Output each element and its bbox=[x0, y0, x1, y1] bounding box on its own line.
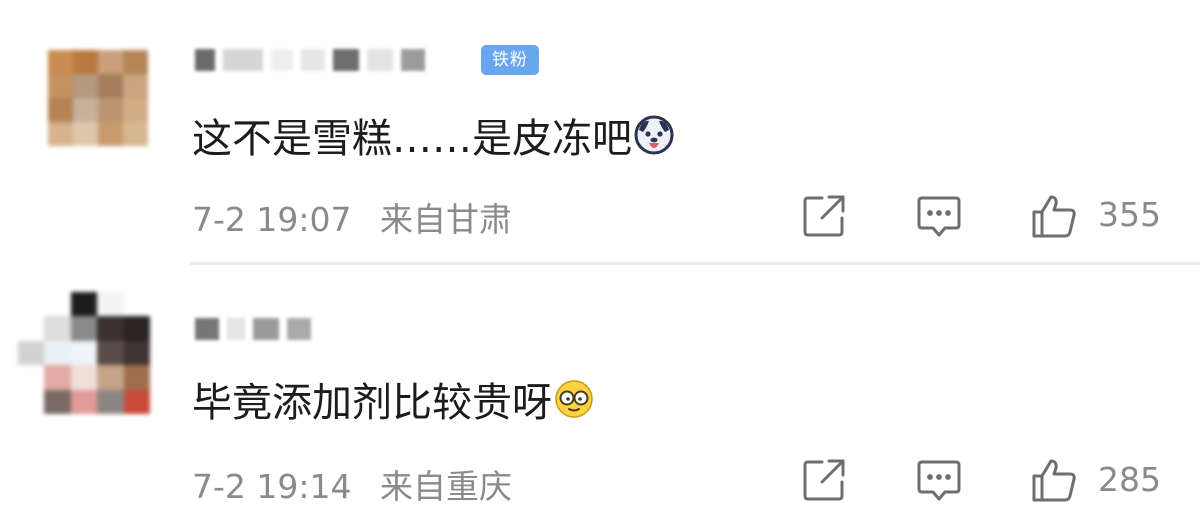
comment-item: 铁粉 这不是雪糕……是皮冻吧 7-2 19:07 来自甘肃 355 bbox=[0, 0, 1200, 262]
share-icon[interactable] bbox=[800, 456, 848, 504]
avatar[interactable] bbox=[48, 50, 148, 146]
comment-text: 毕竟添加剂比较贵呀 bbox=[192, 370, 594, 428]
username-redacted[interactable] bbox=[195, 49, 425, 71]
comment-meta: 7-2 19:14 来自重庆 bbox=[192, 460, 512, 508]
comment-item: 毕竟添加剂比较贵呀 7-2 19:14 来自重庆 285 bbox=[0, 270, 1200, 514]
avatar[interactable] bbox=[18, 292, 150, 414]
thumbs-up-icon[interactable] bbox=[1030, 456, 1078, 504]
comment-icon[interactable] bbox=[915, 192, 963, 240]
username-redacted[interactable] bbox=[195, 318, 311, 340]
share-icon[interactable] bbox=[800, 192, 848, 240]
like-count: 355 bbox=[1098, 195, 1161, 234]
comment-icon[interactable] bbox=[915, 456, 963, 504]
like-count: 285 bbox=[1098, 460, 1161, 499]
comment-text-body: 毕竟添加剂比较贵呀 bbox=[192, 380, 552, 426]
comment-time: 7-2 19:14 bbox=[192, 467, 352, 506]
comment-location: 来自甘肃 bbox=[380, 200, 512, 239]
divider bbox=[190, 262, 1200, 265]
thumbs-up-icon[interactable] bbox=[1030, 192, 1078, 240]
comment-text: 这不是雪糕……是皮冻吧 bbox=[192, 106, 674, 164]
comment-text-body: 这不是雪糕……是皮冻吧 bbox=[192, 116, 632, 162]
fan-badge: 铁粉 bbox=[481, 45, 539, 75]
glasses-face-emoji-icon bbox=[555, 380, 593, 418]
comment-time: 7-2 19:07 bbox=[192, 200, 352, 239]
comment-location: 来自重庆 bbox=[380, 467, 512, 506]
comment-meta: 7-2 19:07 来自甘肃 bbox=[192, 193, 512, 241]
dog-tongue-emoji-icon bbox=[634, 115, 674, 155]
